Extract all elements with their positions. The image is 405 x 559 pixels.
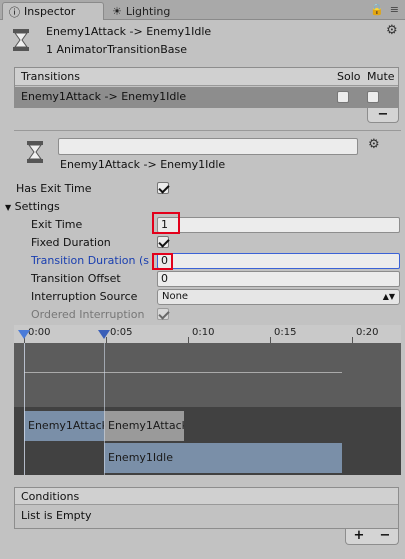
solo-header: Solo	[337, 70, 361, 83]
exit-time-label: Exit Time	[31, 218, 83, 231]
interruption-source-value: None	[162, 291, 189, 302]
has-exit-time-label: Has Exit Time	[16, 182, 92, 195]
conditions-empty-text: List is Empty	[21, 509, 92, 522]
tab-bar-controls: 🔒 ≡	[370, 3, 399, 16]
transition-duration-field[interactable]: 0	[157, 253, 400, 269]
transition-offset-field[interactable]: 0	[157, 271, 400, 287]
fixed-duration-checkbox[interactable]	[157, 236, 169, 248]
tick-label: 0:05	[110, 327, 133, 338]
exit-time-field[interactable]: 1	[157, 217, 400, 233]
transition-row-label: Enemy1Attack -> Enemy1Idle	[21, 90, 187, 103]
has-exit-time-checkbox[interactable]	[157, 182, 169, 194]
conditions-header: Conditions	[15, 488, 398, 505]
mute-header: Mute	[367, 70, 395, 83]
tab-bar: ⓘ Inspector ☀ Lighting 🔒 ≡	[0, 0, 405, 20]
transition-end-marker-icon[interactable]	[98, 330, 110, 339]
source-clip-repeat-label: Enemy1Attack	[108, 419, 184, 432]
timeline-start-line	[24, 343, 25, 475]
tab-lighting[interactable]: ☀ Lighting	[106, 2, 202, 20]
transition-timeline[interactable]: 0:00 0:05 0:10 0:15 0:20 Enemy1Attack En…	[14, 325, 401, 475]
tick-label: 0:20	[356, 327, 379, 338]
mute-checkbox[interactable]	[367, 91, 379, 103]
lock-icon[interactable]: 🔒	[370, 3, 384, 16]
foldout-arrow-icon: ▼	[5, 203, 12, 212]
header-subtitle: 1 AnimatorTransitionBase	[46, 43, 188, 56]
timeline-end-line	[104, 343, 105, 475]
tick-label: 0:00	[28, 327, 51, 338]
ordered-interruption-checkbox	[157, 308, 169, 320]
interruption-source-dropdown[interactable]: None ▲▼	[157, 289, 400, 305]
timeline-curve-line	[24, 372, 342, 373]
transitions-list-header: Transitions Solo Mute	[15, 68, 398, 86]
lighting-icon: ☀	[112, 4, 122, 18]
destination-clip-label: Enemy1Idle	[108, 451, 173, 464]
exit-time-highlight	[152, 212, 180, 234]
transitions-title: Transitions	[21, 70, 80, 83]
transition-detail-hourglass-icon	[27, 141, 43, 163]
tab-inspector[interactable]: ⓘ Inspector	[2, 2, 104, 20]
transition-settings-gear-icon[interactable]: ⚙	[368, 137, 380, 152]
settings-section-label: Settings	[14, 200, 60, 213]
transitions-list: Transitions Solo Mute Enemy1Attack -> En…	[14, 67, 399, 108]
info-icon: ⓘ	[9, 5, 20, 19]
section-divider	[14, 130, 401, 131]
gear-icon[interactable]: ⚙	[386, 23, 398, 38]
settings-foldout[interactable]: ▼ Settings	[5, 200, 60, 215]
transition-start-marker-icon[interactable]	[18, 330, 30, 339]
timeline-curve-track	[14, 343, 401, 407]
transition-offset-label: Transition Offset	[31, 272, 121, 285]
source-clip-repeat[interactable]: Enemy1Attack	[104, 411, 184, 441]
transition-hourglass-icon	[13, 29, 29, 51]
transition-offset-value: 0	[161, 272, 168, 285]
timeline-ruler: 0:00 0:05 0:10 0:15 0:20	[14, 325, 401, 343]
transition-duration-label: Transition Duration (s	[31, 254, 149, 267]
add-condition-button[interactable]: +	[354, 529, 365, 544]
conditions-list: Conditions List is Empty	[14, 487, 399, 529]
tab-lighting-label: Lighting	[125, 4, 171, 18]
interruption-source-label: Interruption Source	[31, 290, 138, 303]
transition-duration-highlight	[152, 253, 173, 270]
conditions-add-remove: + −	[345, 529, 399, 545]
solo-checkbox[interactable]	[337, 91, 349, 103]
transition-row[interactable]: Enemy1Attack -> Enemy1Idle	[15, 87, 398, 107]
source-clip-label: Enemy1Attack	[28, 419, 104, 432]
destination-clip[interactable]: Enemy1Idle	[104, 443, 342, 473]
tick-label: 0:15	[274, 327, 297, 338]
remove-transition-button[interactable]: −	[367, 108, 399, 123]
menu-icon[interactable]: ≡	[390, 3, 399, 16]
header-title: Enemy1Attack -> Enemy1Idle	[46, 25, 212, 38]
tick-label: 0:10	[192, 327, 215, 338]
remove-condition-button[interactable]: −	[380, 529, 391, 544]
source-clip[interactable]: Enemy1Attack	[24, 411, 104, 441]
tab-inspector-label: Inspector	[24, 5, 76, 18]
dropdown-arrow-icon: ▲▼	[382, 292, 395, 301]
transition-name-field[interactable]	[58, 138, 358, 155]
conditions-title: Conditions	[21, 490, 80, 503]
transition-caption: Enemy1Attack -> Enemy1Idle	[60, 158, 226, 171]
fixed-duration-label: Fixed Duration	[31, 236, 111, 249]
ordered-interruption-label: Ordered Interruption	[31, 308, 145, 321]
